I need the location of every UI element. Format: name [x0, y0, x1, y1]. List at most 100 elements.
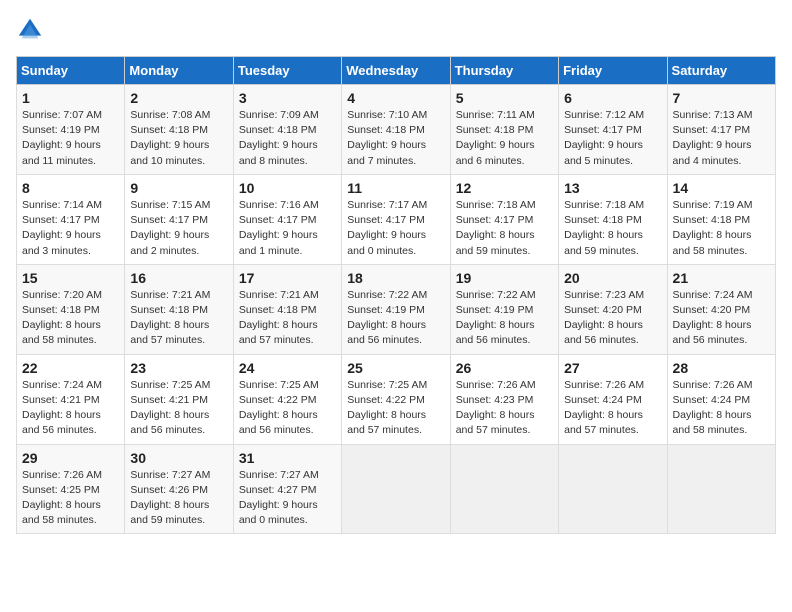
day-info: Sunrise: 7:20 AM Sunset: 4:18 PM Dayligh…	[22, 288, 119, 349]
sunset-label: Sunset: 4:18 PM	[673, 214, 751, 226]
col-tuesday: Tuesday	[233, 57, 341, 85]
daylight-label: Daylight: 8 hours and 56 minutes.	[130, 409, 209, 436]
table-row	[559, 444, 667, 534]
sunset-label: Sunset: 4:24 PM	[673, 394, 751, 406]
daylight-label: Daylight: 8 hours and 58 minutes.	[22, 319, 101, 346]
day-number: 17	[239, 270, 336, 286]
day-number: 27	[564, 360, 661, 376]
table-row: 29 Sunrise: 7:26 AM Sunset: 4:25 PM Dayl…	[17, 444, 125, 534]
sunset-label: Sunset: 4:18 PM	[130, 124, 208, 136]
sunset-label: Sunset: 4:17 PM	[22, 214, 100, 226]
col-monday: Monday	[125, 57, 233, 85]
daylight-label: Daylight: 8 hours and 57 minutes.	[347, 409, 426, 436]
day-info: Sunrise: 7:12 AM Sunset: 4:17 PM Dayligh…	[564, 108, 661, 169]
daylight-label: Daylight: 9 hours and 3 minutes.	[22, 229, 101, 256]
sunrise-label: Sunrise: 7:09 AM	[239, 109, 319, 121]
day-info: Sunrise: 7:27 AM Sunset: 4:26 PM Dayligh…	[130, 468, 227, 529]
day-info: Sunrise: 7:24 AM Sunset: 4:20 PM Dayligh…	[673, 288, 770, 349]
day-number: 15	[22, 270, 119, 286]
table-row: 18 Sunrise: 7:22 AM Sunset: 4:19 PM Dayl…	[342, 264, 450, 354]
header-row: Sunday Monday Tuesday Wednesday Thursday…	[17, 57, 776, 85]
col-sunday: Sunday	[17, 57, 125, 85]
sunrise-label: Sunrise: 7:26 AM	[456, 379, 536, 391]
sunrise-label: Sunrise: 7:08 AM	[130, 109, 210, 121]
sunset-label: Sunset: 4:19 PM	[456, 304, 534, 316]
day-number: 9	[130, 180, 227, 196]
sunrise-label: Sunrise: 7:18 AM	[564, 199, 644, 211]
day-info: Sunrise: 7:11 AM Sunset: 4:18 PM Dayligh…	[456, 108, 553, 169]
sunrise-label: Sunrise: 7:19 AM	[673, 199, 753, 211]
sunrise-label: Sunrise: 7:26 AM	[673, 379, 753, 391]
sunrise-label: Sunrise: 7:21 AM	[239, 289, 319, 301]
col-friday: Friday	[559, 57, 667, 85]
calendar-table: Sunday Monday Tuesday Wednesday Thursday…	[16, 56, 776, 534]
sunrise-label: Sunrise: 7:18 AM	[456, 199, 536, 211]
calendar-week-2: 8 Sunrise: 7:14 AM Sunset: 4:17 PM Dayli…	[17, 174, 776, 264]
calendar-week-5: 29 Sunrise: 7:26 AM Sunset: 4:25 PM Dayl…	[17, 444, 776, 534]
day-info: Sunrise: 7:17 AM Sunset: 4:17 PM Dayligh…	[347, 198, 444, 259]
col-wednesday: Wednesday	[342, 57, 450, 85]
sunset-label: Sunset: 4:23 PM	[456, 394, 534, 406]
sunset-label: Sunset: 4:18 PM	[564, 214, 642, 226]
sunset-label: Sunset: 4:18 PM	[22, 304, 100, 316]
table-row: 14 Sunrise: 7:19 AM Sunset: 4:18 PM Dayl…	[667, 174, 775, 264]
day-number: 21	[673, 270, 770, 286]
sunrise-label: Sunrise: 7:12 AM	[564, 109, 644, 121]
col-saturday: Saturday	[667, 57, 775, 85]
table-row: 13 Sunrise: 7:18 AM Sunset: 4:18 PM Dayl…	[559, 174, 667, 264]
sunrise-label: Sunrise: 7:22 AM	[347, 289, 427, 301]
calendar-body: 1 Sunrise: 7:07 AM Sunset: 4:19 PM Dayli…	[17, 85, 776, 534]
sunrise-label: Sunrise: 7:25 AM	[239, 379, 319, 391]
day-info: Sunrise: 7:21 AM Sunset: 4:18 PM Dayligh…	[239, 288, 336, 349]
day-info: Sunrise: 7:09 AM Sunset: 4:18 PM Dayligh…	[239, 108, 336, 169]
daylight-label: Daylight: 8 hours and 58 minutes.	[673, 229, 752, 256]
sunset-label: Sunset: 4:18 PM	[239, 304, 317, 316]
sunset-label: Sunset: 4:18 PM	[347, 124, 425, 136]
table-row: 30 Sunrise: 7:27 AM Sunset: 4:26 PM Dayl…	[125, 444, 233, 534]
sunrise-label: Sunrise: 7:14 AM	[22, 199, 102, 211]
sunset-label: Sunset: 4:19 PM	[22, 124, 100, 136]
sunrise-label: Sunrise: 7:20 AM	[22, 289, 102, 301]
day-info: Sunrise: 7:08 AM Sunset: 4:18 PM Dayligh…	[130, 108, 227, 169]
sunset-label: Sunset: 4:27 PM	[239, 484, 317, 496]
calendar-week-4: 22 Sunrise: 7:24 AM Sunset: 4:21 PM Dayl…	[17, 354, 776, 444]
daylight-label: Daylight: 8 hours and 57 minutes.	[564, 409, 643, 436]
day-info: Sunrise: 7:10 AM Sunset: 4:18 PM Dayligh…	[347, 108, 444, 169]
daylight-label: Daylight: 8 hours and 56 minutes.	[239, 409, 318, 436]
day-number: 24	[239, 360, 336, 376]
day-number: 6	[564, 90, 661, 106]
table-row	[450, 444, 558, 534]
col-thursday: Thursday	[450, 57, 558, 85]
table-row: 24 Sunrise: 7:25 AM Sunset: 4:22 PM Dayl…	[233, 354, 341, 444]
sunrise-label: Sunrise: 7:24 AM	[22, 379, 102, 391]
sunrise-label: Sunrise: 7:11 AM	[456, 109, 535, 121]
daylight-label: Daylight: 9 hours and 5 minutes.	[564, 139, 643, 166]
sunset-label: Sunset: 4:17 PM	[456, 214, 534, 226]
table-row: 27 Sunrise: 7:26 AM Sunset: 4:24 PM Dayl…	[559, 354, 667, 444]
table-row: 21 Sunrise: 7:24 AM Sunset: 4:20 PM Dayl…	[667, 264, 775, 354]
day-number: 3	[239, 90, 336, 106]
daylight-label: Daylight: 8 hours and 56 minutes.	[564, 319, 643, 346]
day-info: Sunrise: 7:15 AM Sunset: 4:17 PM Dayligh…	[130, 198, 227, 259]
table-row: 8 Sunrise: 7:14 AM Sunset: 4:17 PM Dayli…	[17, 174, 125, 264]
daylight-label: Daylight: 8 hours and 56 minutes.	[673, 319, 752, 346]
daylight-label: Daylight: 8 hours and 58 minutes.	[22, 499, 101, 526]
daylight-label: Daylight: 9 hours and 4 minutes.	[673, 139, 752, 166]
day-info: Sunrise: 7:18 AM Sunset: 4:17 PM Dayligh…	[456, 198, 553, 259]
day-info: Sunrise: 7:19 AM Sunset: 4:18 PM Dayligh…	[673, 198, 770, 259]
table-row: 17 Sunrise: 7:21 AM Sunset: 4:18 PM Dayl…	[233, 264, 341, 354]
daylight-label: Daylight: 9 hours and 6 minutes.	[456, 139, 535, 166]
daylight-label: Daylight: 8 hours and 59 minutes.	[564, 229, 643, 256]
table-row: 28 Sunrise: 7:26 AM Sunset: 4:24 PM Dayl…	[667, 354, 775, 444]
day-info: Sunrise: 7:18 AM Sunset: 4:18 PM Dayligh…	[564, 198, 661, 259]
day-number: 14	[673, 180, 770, 196]
day-number: 10	[239, 180, 336, 196]
day-number: 18	[347, 270, 444, 286]
sunrise-label: Sunrise: 7:10 AM	[347, 109, 427, 121]
daylight-label: Daylight: 8 hours and 56 minutes.	[456, 319, 535, 346]
day-info: Sunrise: 7:22 AM Sunset: 4:19 PM Dayligh…	[456, 288, 553, 349]
sunrise-label: Sunrise: 7:17 AM	[347, 199, 427, 211]
table-row: 31 Sunrise: 7:27 AM Sunset: 4:27 PM Dayl…	[233, 444, 341, 534]
day-info: Sunrise: 7:14 AM Sunset: 4:17 PM Dayligh…	[22, 198, 119, 259]
table-row: 6 Sunrise: 7:12 AM Sunset: 4:17 PM Dayli…	[559, 85, 667, 175]
